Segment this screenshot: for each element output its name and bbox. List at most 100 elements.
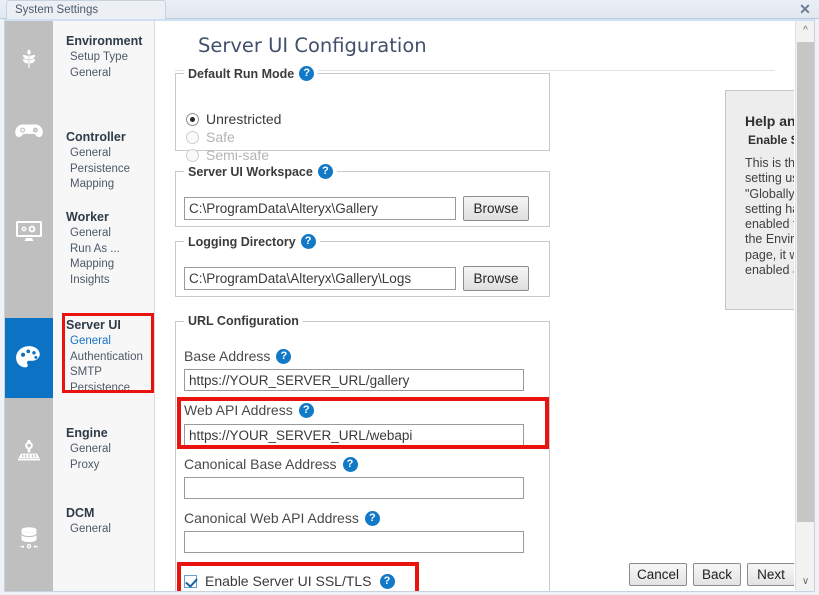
monitor-gear-icon: [15, 219, 43, 243]
nav-group-dcm: DCM General: [53, 505, 155, 538]
default-run-mode-label: Default Run Mode: [188, 67, 294, 81]
nav-item-server-ui-authentication[interactable]: Authentication: [53, 350, 155, 366]
chevron-down-icon[interactable]: ∨: [796, 572, 815, 591]
close-icon[interactable]: ✕: [797, 0, 813, 19]
radio-safe-control[interactable]: [186, 131, 199, 144]
radio-semi-safe[interactable]: Semi-safe: [186, 147, 269, 163]
nav-item-controller-persistence[interactable]: Persistence: [53, 162, 155, 178]
help-panel-title: Help and Info: [745, 113, 794, 129]
rail-item-controller[interactable]: [5, 106, 53, 156]
base-address-label: Base Address: [184, 348, 270, 364]
base-address-input[interactable]: [184, 369, 524, 391]
help-icon-web-api-address[interactable]: ?: [299, 403, 314, 418]
radio-semi-safe-control[interactable]: [186, 149, 199, 162]
cancel-button[interactable]: Cancel: [629, 563, 687, 586]
palette-icon: [15, 345, 43, 371]
logging-directory-input[interactable]: [184, 267, 456, 290]
nav-item-setup-type[interactable]: Setup Type: [53, 50, 155, 66]
content-pane: Server UI Configuration Default Run Mode…: [156, 21, 794, 591]
rail-item-dcm[interactable]: [5, 513, 53, 563]
title-bar: System Settings ✕: [0, 0, 819, 19]
canonical-base-address-input[interactable]: [184, 477, 524, 499]
help-icon-run-mode[interactable]: ?: [299, 66, 314, 81]
web-api-address-label-row: Web API Address ?: [184, 402, 314, 418]
nav-item-worker-insights[interactable]: Insights: [53, 273, 155, 289]
scrollbar-thumb[interactable]: [797, 42, 814, 522]
back-button[interactable]: Back: [693, 563, 741, 586]
gamepad-icon: [14, 119, 44, 143]
logging-browse-button[interactable]: Browse: [463, 266, 529, 291]
help-icon-canonical-base[interactable]: ?: [343, 457, 358, 472]
rail-item-worker[interactable]: [5, 206, 53, 256]
radio-semi-safe-label: Semi-safe: [206, 147, 269, 163]
rail-item-engine[interactable]: [5, 426, 53, 476]
nav-item-controller-general[interactable]: General: [53, 146, 155, 162]
help-icon-base-address[interactable]: ?: [276, 349, 291, 364]
default-run-mode-legend: Default Run Mode ?: [184, 66, 318, 81]
tab-system-settings[interactable]: System Settings: [6, 0, 166, 19]
nav-item-worker-mapping[interactable]: Mapping: [53, 257, 155, 273]
url-configuration-label: URL Configuration: [188, 314, 299, 328]
help-panel-body: This is the legacy SSL/TLS setting used …: [745, 156, 794, 278]
chevron-up-icon[interactable]: ^: [796, 21, 815, 40]
help-panel-subtitle: Enable Server UI SSL/TLS: [748, 133, 794, 147]
next-button[interactable]: Next: [747, 563, 794, 586]
workspace-browse-button[interactable]: Browse: [463, 196, 529, 221]
page-title: Server UI Configuration: [198, 34, 427, 57]
canonical-base-address-label: Canonical Base Address: [184, 456, 337, 472]
radio-unrestricted-control[interactable]: [186, 113, 199, 126]
canonical-web-api-address-label: Canonical Web API Address: [184, 510, 359, 526]
radio-safe-label: Safe: [206, 129, 235, 145]
server-ui-workspace-input[interactable]: [184, 197, 456, 220]
help-and-info-panel: Help and Info Enable Server UI SSL/TLS T…: [725, 90, 794, 310]
rail-item-environment[interactable]: [5, 33, 53, 83]
logging-directory-legend: Logging Directory ?: [184, 234, 320, 249]
enable-ssl-tls-row[interactable]: Enable Server UI SSL/TLS ?: [184, 573, 395, 589]
web-api-address-input[interactable]: [184, 424, 524, 446]
nav-item-server-ui-persistence[interactable]: Persistence: [53, 381, 155, 397]
plant-icon: [16, 45, 42, 71]
nav-group-engine: Engine General Proxy: [53, 425, 155, 473]
rail-item-server-ui[interactable]: [5, 318, 53, 398]
nav-item-controller-mapping[interactable]: Mapping: [53, 177, 155, 193]
nav-group-server-ui: Server UI General Authentication SMTP Pe…: [53, 317, 155, 396]
system-settings-window: System Settings ✕: [0, 0, 819, 595]
radio-unrestricted-label: Unrestricted: [206, 111, 281, 127]
nav-heading-dcm: DCM: [53, 505, 155, 522]
canonical-web-api-address-input[interactable]: [184, 531, 524, 553]
nav-item-worker-general[interactable]: General: [53, 226, 155, 242]
radio-safe[interactable]: Safe: [186, 129, 235, 145]
help-icon-workspace[interactable]: ?: [318, 164, 333, 179]
help-icon-logging[interactable]: ?: [301, 234, 316, 249]
server-ui-workspace-legend: Server UI Workspace ?: [184, 164, 337, 179]
nav-item-worker-run-as[interactable]: Run As ...: [53, 242, 155, 258]
help-icon-canonical-web-api[interactable]: ?: [365, 511, 380, 526]
nav-item-engine-general[interactable]: General: [53, 442, 155, 458]
nav-item-server-ui-general[interactable]: General: [53, 334, 155, 350]
window-body: Environment Setup Type General Controlle…: [4, 19, 815, 592]
nav-heading-environment: Environment: [53, 33, 155, 50]
database-icon: [16, 525, 42, 551]
nav-heading-server-ui: Server UI: [53, 317, 155, 334]
nav-item-engine-proxy[interactable]: Proxy: [53, 458, 155, 474]
nav-heading-worker: Worker: [53, 209, 155, 226]
nav-item-dcm-general[interactable]: General: [53, 522, 155, 538]
settings-nav: Environment Setup Type General Controlle…: [53, 21, 155, 591]
nav-group-environment: Environment Setup Type General: [53, 33, 155, 81]
canonical-web-api-address-label-row: Canonical Web API Address ?: [184, 510, 380, 526]
nav-item-server-ui-smtp[interactable]: SMTP: [53, 365, 155, 381]
base-address-label-row: Base Address ?: [184, 348, 291, 364]
enable-ssl-tls-checkbox[interactable]: [184, 575, 197, 588]
radio-unrestricted[interactable]: Unrestricted: [186, 111, 281, 127]
tab-label: System Settings: [15, 4, 98, 16]
nav-item-environment-general[interactable]: General: [53, 66, 155, 82]
url-configuration-legend: URL Configuration: [184, 314, 303, 328]
server-ui-workspace-label: Server UI Workspace: [188, 165, 313, 179]
engine-icon: [16, 438, 42, 464]
help-icon-enable-ssl-tls[interactable]: ?: [380, 574, 395, 589]
nav-group-controller: Controller General Persistence Mapping: [53, 129, 155, 193]
web-api-address-label: Web API Address: [184, 402, 293, 418]
vertical-scrollbar[interactable]: ^ ∨: [795, 21, 814, 591]
icon-rail: [5, 21, 53, 591]
nav-group-worker: Worker General Run As ... Mapping Insigh…: [53, 209, 155, 288]
